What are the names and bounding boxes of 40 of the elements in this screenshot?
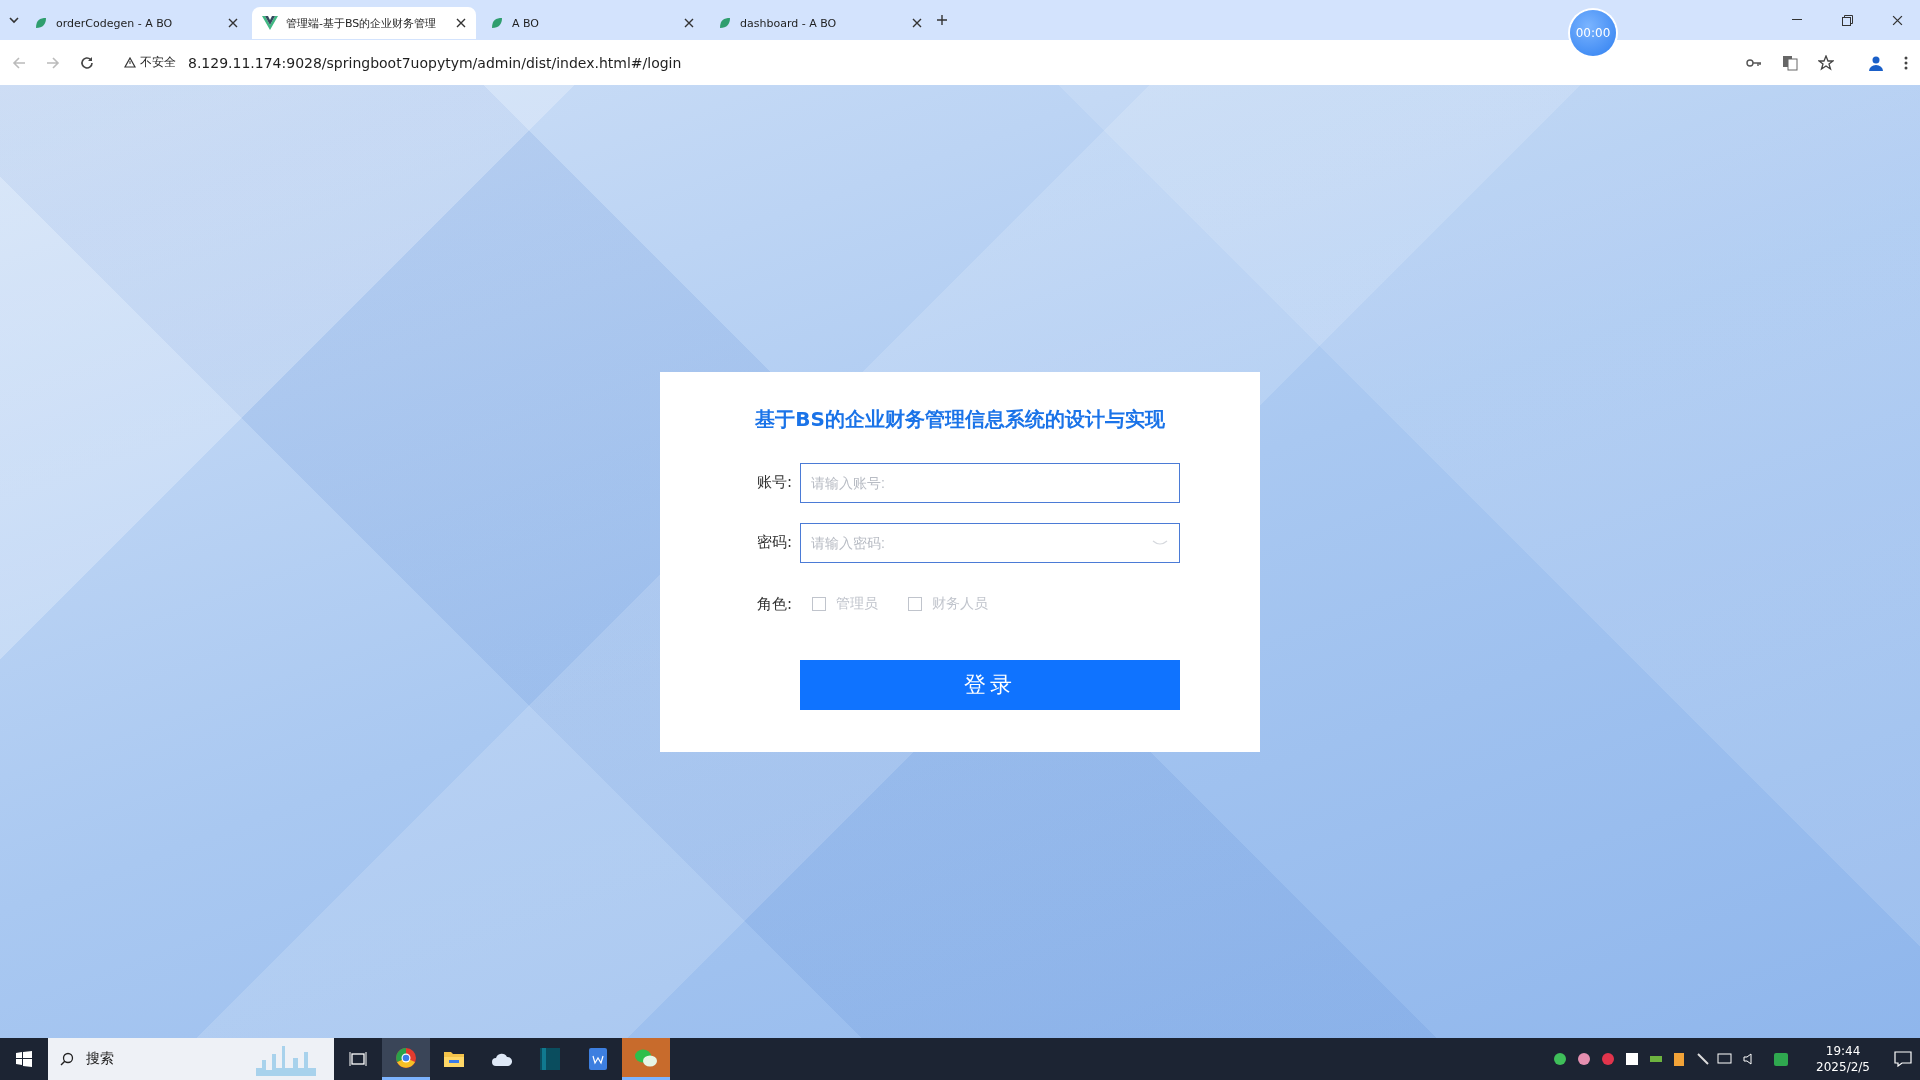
close-icon[interactable] bbox=[912, 18, 922, 28]
recording-timer: 00:00 bbox=[1570, 10, 1616, 56]
chat-icon[interactable] bbox=[634, 1047, 658, 1068]
field-label: 账号: bbox=[755, 473, 793, 492]
folder-icon[interactable] bbox=[443, 1050, 465, 1068]
leaf-icon bbox=[490, 16, 504, 30]
leaf-icon bbox=[718, 16, 732, 30]
account-field[interactable]: 请输入账号: bbox=[800, 462, 1180, 503]
warning-icon bbox=[124, 57, 136, 68]
star-icon[interactable] bbox=[1818, 54, 1834, 71]
search-field[interactable]: 搜索 bbox=[48, 1038, 334, 1080]
url-text[interactable]: 8.129.11.174:9028/springboot7uopytym/admin/dist/index.html#/login bbox=[188, 54, 682, 71]
close-icon[interactable] bbox=[684, 18, 694, 28]
password-field[interactable]: 请输入密码: bbox=[800, 522, 1180, 563]
browser-tab[interactable]: A BO bbox=[480, 7, 704, 39]
leaf-icon bbox=[34, 16, 48, 30]
profile-icon[interactable] bbox=[1868, 54, 1884, 71]
security-warning[interactable]: 不安全 bbox=[124, 54, 176, 71]
menu-icon[interactable] bbox=[1904, 55, 1908, 70]
browser-tab[interactable]: dashboard - A BO bbox=[708, 7, 932, 39]
browser-tab[interactable]: orderCodegen - A BO bbox=[24, 7, 248, 39]
document-icon[interactable] bbox=[589, 1048, 607, 1070]
clock-time[interactable]: 19:44 bbox=[1825, 1043, 1861, 1059]
system-title: 基于BS的企业财务管理信息系统的设计与实现 bbox=[755, 405, 1165, 433]
reload-icon[interactable] bbox=[80, 55, 94, 70]
tab-list-icon[interactable] bbox=[8, 14, 20, 26]
field-label: 密码: bbox=[755, 533, 793, 552]
close-icon[interactable] bbox=[228, 18, 238, 28]
browser-icon[interactable] bbox=[395, 1046, 417, 1069]
key-icon[interactable] bbox=[1746, 57, 1762, 68]
translate-icon[interactable] bbox=[1782, 54, 1798, 71]
role-label: 角色: bbox=[755, 594, 793, 614]
v-logo-icon bbox=[262, 16, 278, 30]
clock-date[interactable]: 2025/2/5 bbox=[1816, 1059, 1870, 1075]
notification-icon[interactable] bbox=[1894, 1051, 1912, 1067]
close-icon[interactable] bbox=[456, 18, 466, 28]
login-button[interactable]: 登录 bbox=[800, 659, 1180, 710]
browser-tab[interactable]: 管理端-基于BS的企业财务管理 bbox=[252, 7, 476, 39]
search-icon bbox=[60, 1052, 74, 1066]
new-tab-icon[interactable] bbox=[936, 14, 948, 26]
